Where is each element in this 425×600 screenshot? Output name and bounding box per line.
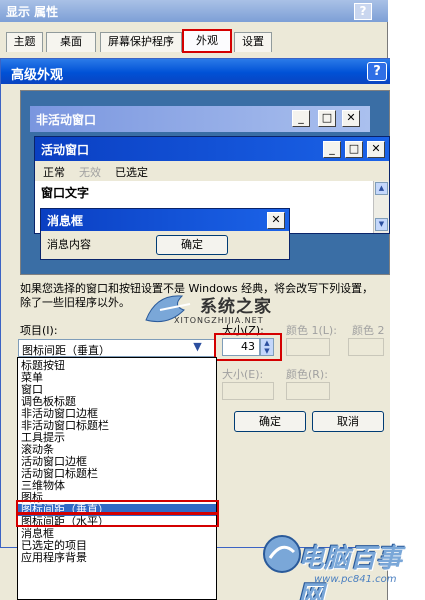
close-icon: ✕ bbox=[367, 141, 385, 158]
message-box-titlebar: 消息框 ✕ bbox=[41, 209, 289, 231]
logo2-text: 电脑百事网 bbox=[298, 544, 403, 600]
menu-selected[interactable]: 已选定 bbox=[115, 164, 148, 180]
tab-settings[interactable]: 设置 bbox=[234, 32, 272, 52]
size2-label: 大小(E): bbox=[222, 368, 264, 381]
chevron-down-icon[interactable]: ▼ bbox=[180, 340, 215, 356]
outer-help-button[interactable]: ? bbox=[354, 3, 372, 20]
active-window-titlebar: 活动窗口 _ □ ✕ bbox=[35, 137, 389, 161]
preview-scrollbar[interactable]: ▲ ▼ bbox=[373, 181, 389, 233]
message-box-text: 消息内容 bbox=[47, 238, 91, 251]
color1-label: 颜色 1(L): bbox=[286, 324, 337, 337]
item-label: 项目(I): bbox=[20, 324, 58, 337]
scroll-up-icon: ▲ bbox=[375, 182, 388, 195]
tab-appearance[interactable]: 外观 bbox=[182, 29, 232, 53]
display-properties-title: 显示 属性 bbox=[0, 0, 388, 22]
color2-label: 颜色 2 bbox=[352, 324, 385, 337]
close-icon: ✕ bbox=[342, 110, 360, 127]
scroll-down-icon: ▼ bbox=[375, 218, 388, 231]
torn-edge bbox=[390, 0, 425, 600]
tab-desktop[interactable]: 桌面 bbox=[46, 32, 96, 52]
advanced-appearance-title: 高级外观 bbox=[1, 59, 391, 84]
maximize-icon: □ bbox=[345, 141, 363, 158]
item-dropdown-list[interactable]: 标题按钮 菜单 窗口 调色板标题 非活动窗口边框 非活动窗口标题栏 工具提示 滚… bbox=[17, 357, 217, 600]
color-label: 颜色(R): bbox=[286, 368, 328, 381]
logo2-url: www.pc841.com bbox=[314, 574, 397, 585]
cancel-button[interactable]: 取消 bbox=[312, 411, 384, 432]
inactive-window-preview[interactable]: 非活动窗口 _ □ ✕ bbox=[30, 106, 370, 132]
maximize-icon: □ bbox=[318, 110, 336, 127]
size-input[interactable]: 43 bbox=[222, 338, 260, 356]
close-icon: ✕ bbox=[267, 212, 285, 229]
color-picker bbox=[286, 382, 330, 400]
advanced-help-button[interactable]: ? bbox=[367, 62, 387, 81]
minimize-icon: _ bbox=[323, 141, 341, 158]
color2-picker bbox=[348, 338, 384, 356]
ok-button[interactable]: 确定 bbox=[234, 411, 306, 432]
tab-screensaver[interactable]: 屏幕保护程序 bbox=[100, 32, 182, 52]
size-stepper[interactable]: ▲ ▼ bbox=[260, 338, 274, 356]
menu-disabled[interactable]: 无效 bbox=[79, 164, 101, 180]
inactive-window-title: 非活动窗口 bbox=[36, 113, 97, 127]
list-item[interactable]: 应用程序背景 bbox=[21, 552, 87, 564]
message-box-title: 消息框 bbox=[47, 214, 84, 228]
color1-picker bbox=[286, 338, 330, 356]
menu-normal[interactable]: 正常 bbox=[43, 164, 65, 180]
window-text: 窗口文字 bbox=[41, 186, 90, 200]
vertical-spacing-highlight-frame bbox=[16, 500, 219, 514]
tab-themes[interactable]: 主题 bbox=[6, 32, 43, 52]
horizontal-spacing-highlight-frame bbox=[16, 513, 219, 527]
minimize-icon: _ bbox=[292, 110, 310, 127]
logo1-text: 系统之家 bbox=[200, 297, 272, 317]
pc841-watermark: 电脑百事网 www.pc841.com bbox=[258, 522, 418, 600]
message-box-preview[interactable]: 消息框 ✕ 消息内容 确定 bbox=[40, 208, 290, 260]
preview-menubar: 正常 无效 已选定 bbox=[35, 161, 389, 181]
size2-input bbox=[222, 382, 274, 400]
message-box-ok-button[interactable]: 确定 bbox=[156, 235, 228, 255]
active-window-title: 活动窗口 bbox=[41, 143, 90, 157]
